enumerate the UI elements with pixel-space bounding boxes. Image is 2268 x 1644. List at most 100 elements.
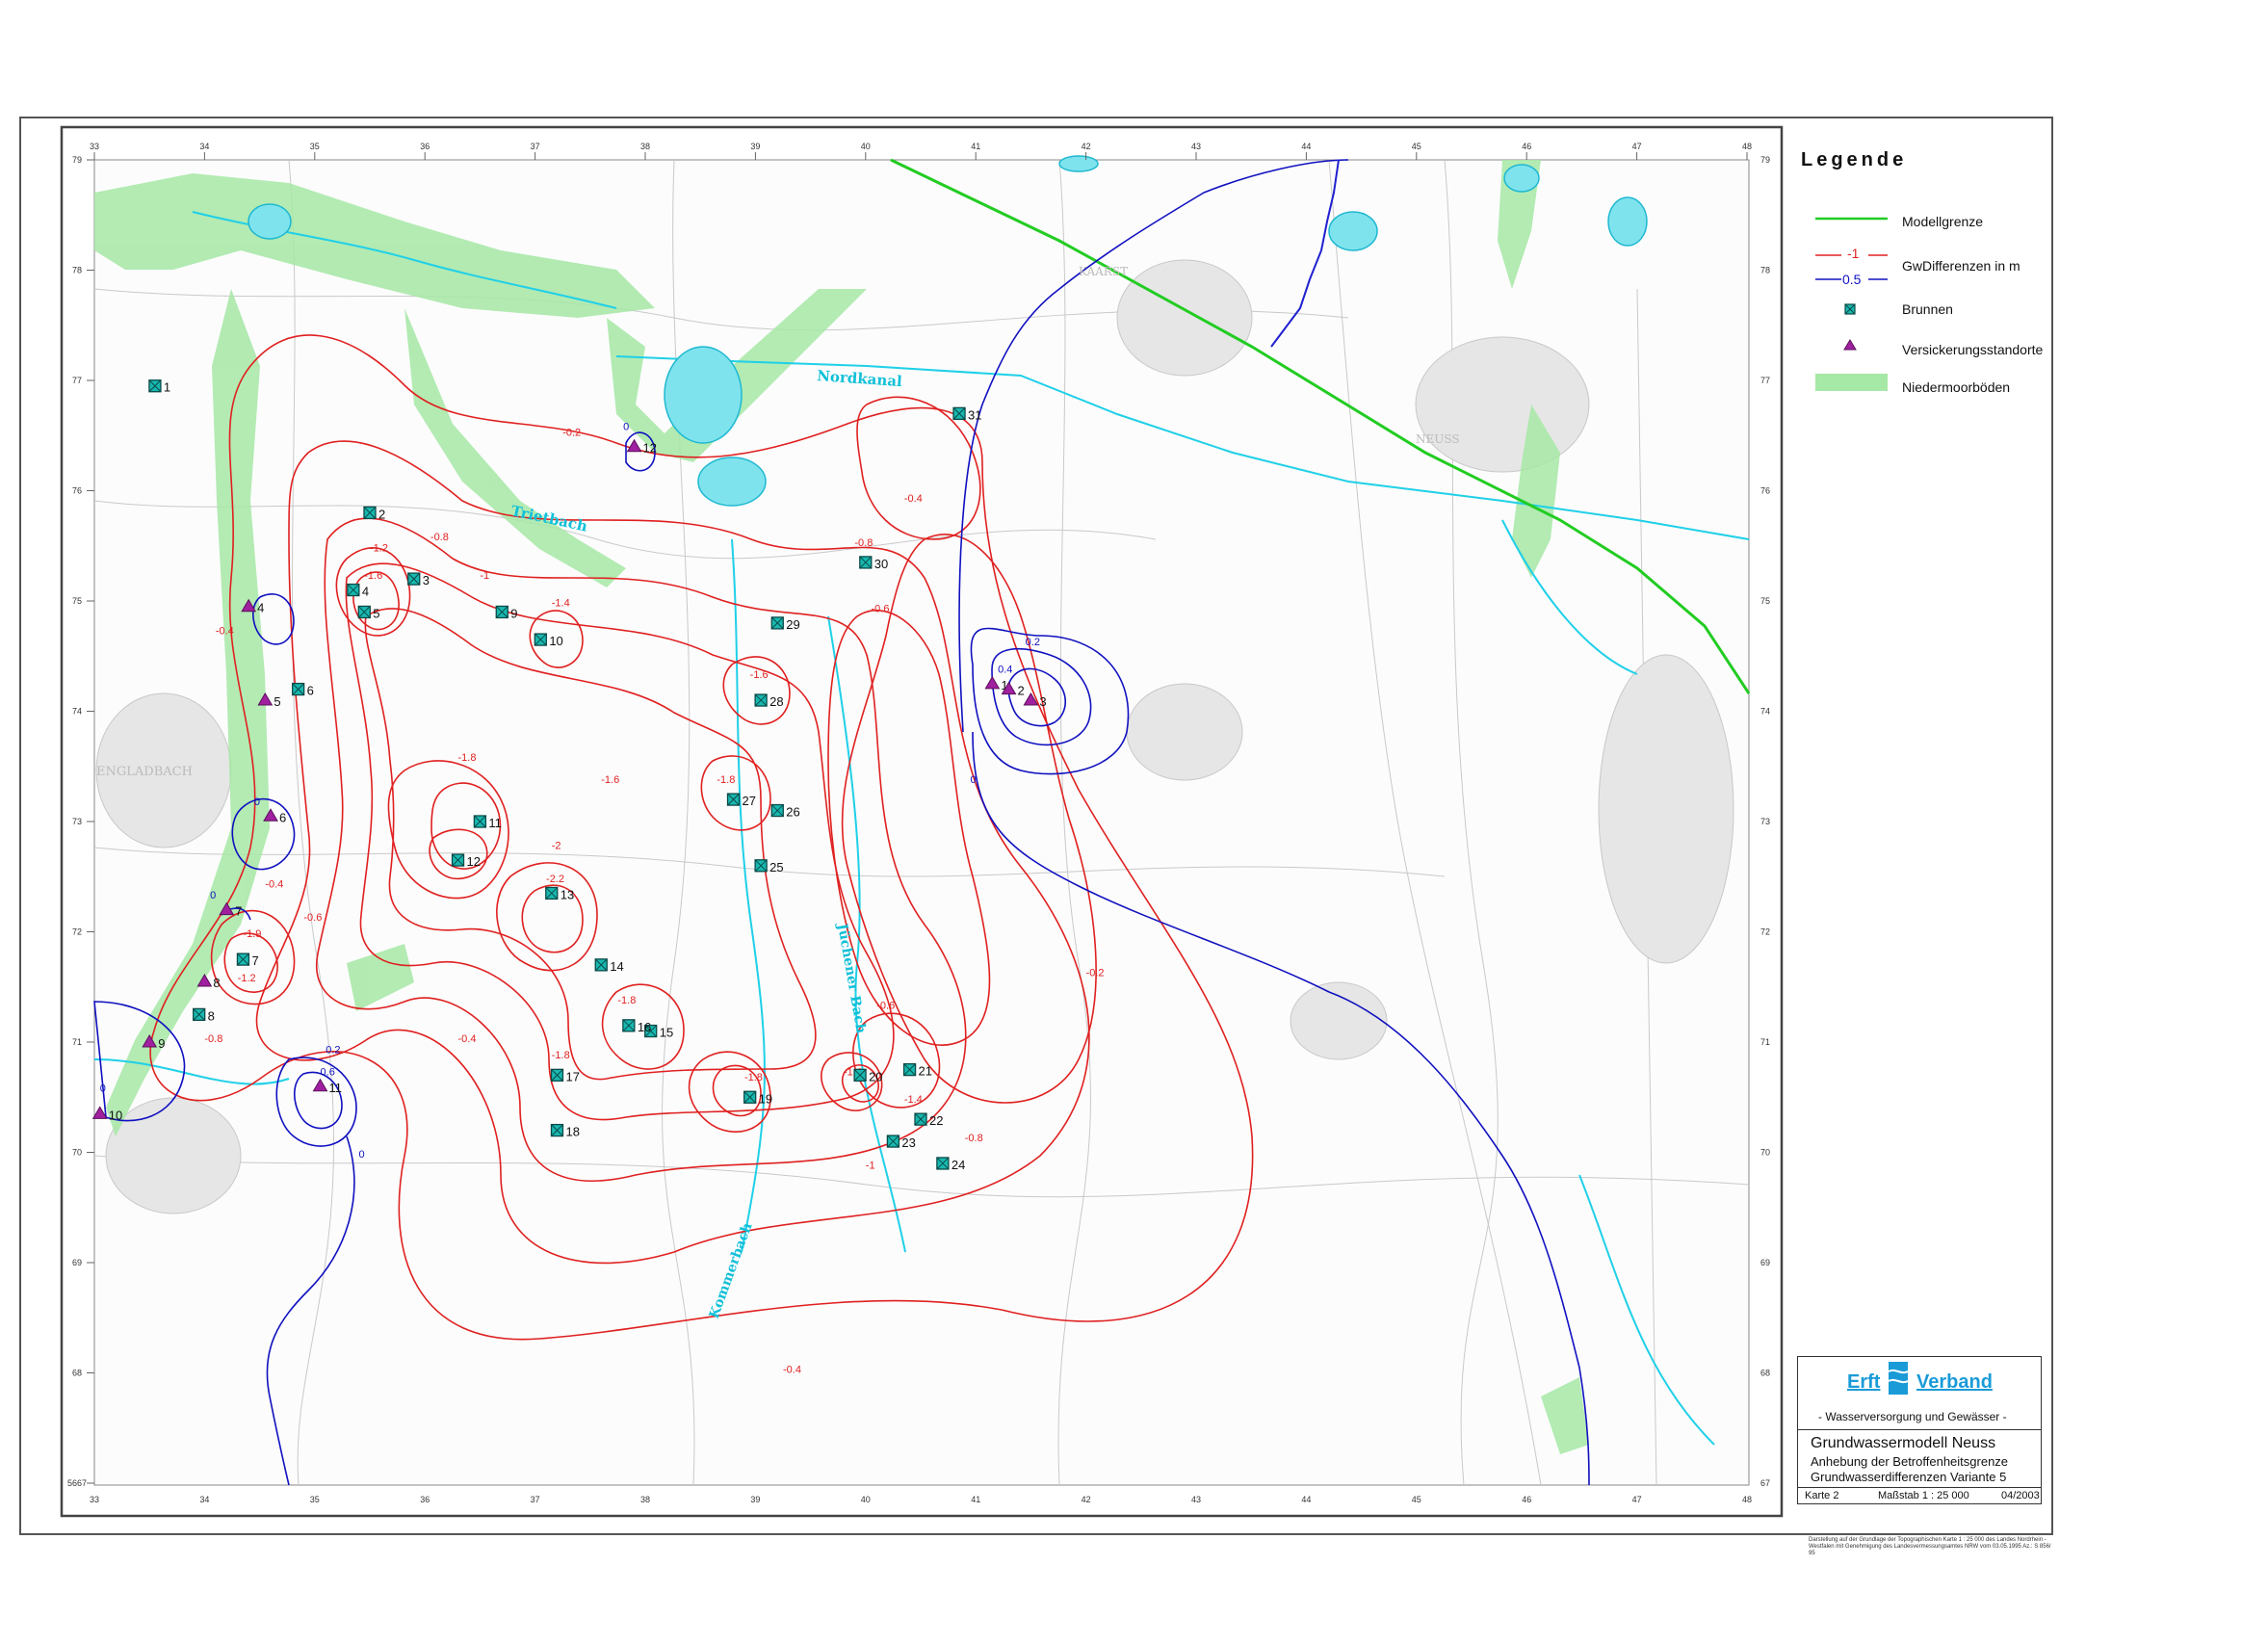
legend-label-fen-soils: Niedermoorböden <box>1902 379 2011 395</box>
infiltration-label: 10 <box>109 1108 122 1122</box>
well-label: 23 <box>901 1135 915 1150</box>
grid-x-label: 48 <box>1742 142 1752 151</box>
infiltration-label: 11 <box>329 1081 343 1095</box>
grid-y-label: 76 <box>72 486 82 496</box>
well-label: 19 <box>759 1091 772 1106</box>
positive-contour-label: 0.2 <box>1026 637 1040 648</box>
grid-x-label: 38 <box>640 142 650 151</box>
legend-label-infiltration: Versickerungsstandorte <box>1902 342 2044 357</box>
well-label: 16 <box>638 1020 651 1034</box>
grid-y-label: 71 <box>1760 1037 1770 1047</box>
grid-x-label: 34 <box>199 142 209 151</box>
well-label: 30 <box>874 557 888 571</box>
grid-x-label: 48 <box>1742 1495 1752 1504</box>
map-scale: Maßstab 1 : 25 000 <box>1878 1490 1969 1501</box>
grid-labels-y-right: 79 78 77 76 75 74 73 72 71 70 69 68 67 <box>1760 155 1770 1488</box>
grid-x-label: 39 <box>750 142 760 151</box>
grid-corner-label: 5667 <box>67 1478 87 1488</box>
contour-label: -0.8 <box>854 537 873 549</box>
grid-y-label: 75 <box>72 596 82 606</box>
grid-x-label: 42 <box>1082 1495 1091 1504</box>
grid-x-label: 34 <box>199 1495 209 1504</box>
infiltration-label: 5 <box>274 694 280 709</box>
grid-x-label: 37 <box>531 142 540 151</box>
map-footnote: Darstellung auf der Grundlage der Topogr… <box>1809 1537 2051 1556</box>
well-label: 6 <box>307 684 314 698</box>
map-title-line2: Anhebung der Betroffenheitsgrenze <box>1811 1454 2009 1469</box>
grid-x-label: 43 <box>1191 1495 1201 1504</box>
logo-erft: Erft <box>1847 1371 1881 1393</box>
well-label: 13 <box>560 887 574 901</box>
grid-y-label: 74 <box>72 707 82 717</box>
grid-x-label: 35 <box>310 1495 320 1504</box>
grid-y-label: 67 <box>1760 1478 1770 1488</box>
positive-contour-label: 0 <box>254 796 260 808</box>
grid-x-label: 41 <box>971 142 980 151</box>
grid-labels-y-left: 79 78 77 76 75 74 73 72 71 70 69 68 <box>72 155 94 1484</box>
grid-x-label: 36 <box>420 1495 430 1504</box>
well-label: 15 <box>660 1026 673 1040</box>
positive-contour-label: 0.6 <box>321 1066 335 1078</box>
grid-x-label: 35 <box>310 142 320 151</box>
contour-label: -0.8 <box>204 1033 222 1045</box>
contour-label: -0.4 <box>216 625 234 637</box>
grid-y-label: 72 <box>1760 927 1770 937</box>
contour-label: -0.2 <box>562 427 581 438</box>
infiltration-label: 8 <box>213 976 220 990</box>
legend-label-model-boundary: Modellgrenze <box>1902 214 1984 229</box>
contour-label: -0.6 <box>876 1001 895 1012</box>
well-label: 12 <box>467 854 481 869</box>
contour-label: -1 <box>866 1161 875 1172</box>
contour-label: -1.4 <box>904 1094 923 1106</box>
contour-label: -1.8 <box>744 1072 763 1083</box>
well-label: 9 <box>510 606 517 620</box>
grid-y-label: 69 <box>1760 1258 1770 1267</box>
legend-sample-blue: 0.5 <box>1842 272 1862 287</box>
contour-label: -1.8 <box>717 774 735 786</box>
contour-label: -0.6 <box>872 603 890 614</box>
legend-fen-swatch <box>1815 374 1888 391</box>
well-label: 11 <box>488 816 502 830</box>
infiltration-label: 12 <box>643 441 657 456</box>
title-divider <box>1797 1429 2042 1430</box>
legend-well-icon <box>1844 303 1856 315</box>
well-label: 31 <box>968 407 981 422</box>
legend-infiltration-icon <box>1843 339 1857 351</box>
grid-y-label: 74 <box>1760 707 1770 717</box>
contour-label: -1.8 <box>617 995 636 1006</box>
map-date: 04/2003 <box>2001 1490 2040 1501</box>
contour-label: -1.4 <box>552 598 570 610</box>
well-label: 3 <box>423 573 430 587</box>
well-label: 10 <box>549 634 562 648</box>
positive-contour-label: 0.2 <box>326 1044 340 1056</box>
legend-label-wells: Brunnen <box>1902 301 1953 317</box>
contour-label: -2.2 <box>546 874 564 885</box>
grid-x-label: 41 <box>971 1495 980 1504</box>
contour-label: -1 <box>480 570 489 582</box>
grid-x-label: 43 <box>1191 142 1201 151</box>
grid-y-label: 75 <box>1760 596 1770 606</box>
well-label: 1 <box>164 380 170 395</box>
infiltration-label: 2 <box>1018 684 1025 698</box>
contour-label: -0.8 <box>965 1133 983 1144</box>
contour-label: -0.4 <box>265 879 283 891</box>
well-label: 2 <box>378 507 385 521</box>
contour-label: -1.8 <box>458 752 477 764</box>
label-kaarst: KAARST <box>1079 265 1128 278</box>
infiltration-label: 9 <box>158 1036 165 1051</box>
map-title-line3: Grundwasserdifferenzen Variante 5 <box>1811 1470 2007 1484</box>
contour-label: -0.4 <box>904 493 923 505</box>
sheet-number: Karte 2 <box>1805 1490 1839 1501</box>
legend-title: Legende <box>1801 149 1908 170</box>
grid-x-label: 40 <box>861 142 871 151</box>
grid-x-label: 44 <box>1301 1495 1311 1504</box>
grid-x-label: 47 <box>1632 142 1642 151</box>
grid-x-label: 45 <box>1412 1495 1421 1504</box>
grid-x-label: 44 <box>1301 142 1311 151</box>
positive-contour-label: 0 <box>210 890 216 901</box>
grid-labels-x-top: 33 34 35 36 37 38 39 40 41 42 43 44 45 46 47 48 <box>90 142 1752 160</box>
well-label: 14 <box>610 959 623 974</box>
contour-label: -1.9 <box>243 928 261 940</box>
contour-label: -0.8 <box>430 532 449 543</box>
contour-label: -2 <box>552 841 561 852</box>
